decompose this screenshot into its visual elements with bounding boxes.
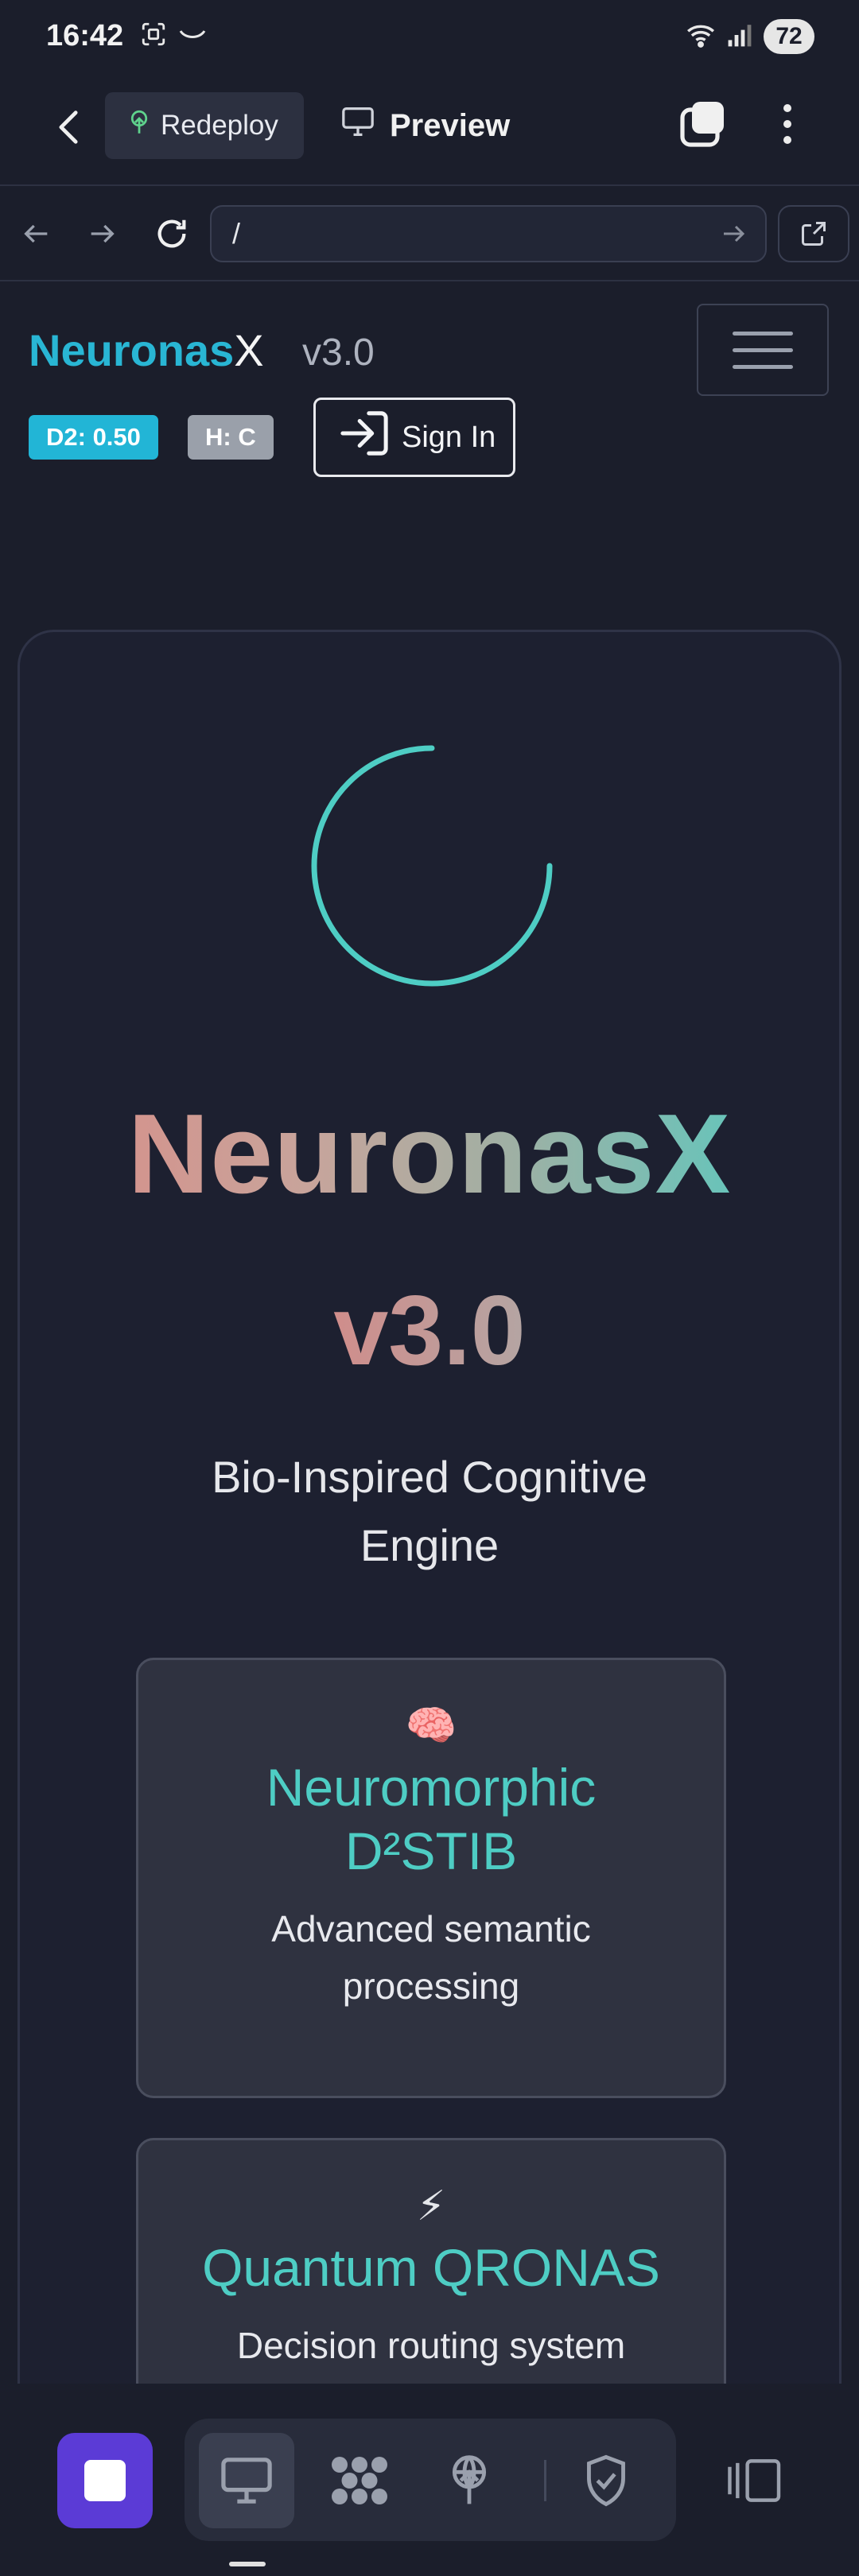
loading-spinner-icon (311, 745, 553, 987)
sign-in-button[interactable]: Sign In (313, 398, 515, 477)
more-options-button[interactable] (770, 99, 805, 149)
brain-icon: 🧠 (405, 1703, 457, 1749)
hero-title: NeuronasX (20, 1089, 839, 1220)
side-panel-button[interactable] (709, 2433, 797, 2528)
wifi-icon (686, 21, 716, 52)
browser-bar: / (0, 188, 859, 281)
preview-label: Preview (390, 107, 511, 143)
browser-forward-button[interactable] (80, 211, 124, 256)
signal-icon (727, 22, 752, 52)
tabs-button[interactable] (678, 99, 729, 149)
feature-title: Quantum QRONAS (202, 2238, 660, 2297)
chevron-left-icon (59, 111, 78, 144)
screenshot-icon (140, 21, 167, 52)
status-time: 16:42 (46, 19, 124, 52)
preview-tool-button[interactable] (199, 2433, 294, 2528)
hero-version: v3.0 (20, 1274, 839, 1387)
tool-group (185, 2419, 676, 2541)
d2-badge: D2: 0.50 (29, 415, 158, 460)
app-bar: Redeploy Preview (0, 80, 859, 186)
smile-icon (178, 26, 207, 46)
sign-in-label: Sign In (402, 420, 496, 454)
security-tool-button[interactable] (558, 2433, 654, 2528)
home-indicator (229, 2562, 266, 2566)
redeploy-label: Redeploy (161, 110, 278, 141)
back-button[interactable] (46, 105, 91, 149)
go-arrow-icon[interactable] (719, 218, 748, 257)
arrow-right-icon (91, 224, 115, 243)
site-header: NeuronasX v3.0 D2: 0.50 H: C Sign In (0, 283, 859, 514)
reload-button[interactable] (150, 211, 194, 256)
battery-indicator: 72 (764, 19, 814, 54)
feature-description: Decision routing system (236, 2325, 626, 2366)
tabs-icon (680, 102, 724, 147)
arrow-left-icon (24, 224, 48, 243)
open-external-button[interactable] (778, 205, 849, 262)
browser-back-button[interactable] (14, 211, 59, 256)
hero-card: NeuronasX v3.0 Bio-Inspired Cognitive En… (17, 630, 842, 2472)
sign-in-icon (338, 409, 391, 466)
feature-title: Neuromorphic D²STIB (266, 1758, 597, 1880)
dots-grid-icon (332, 2457, 387, 2504)
deploy-icon (452, 2455, 487, 2504)
url-text: / (232, 217, 241, 250)
external-link-icon (802, 222, 826, 246)
status-bar: 16:42 72 (0, 0, 859, 80)
brand-logo[interactable]: NeuronasX (29, 324, 264, 376)
hero-subtitle: Bio-Inspired Cognitive Engine (212, 1452, 647, 1570)
monitor-icon (340, 106, 375, 145)
hamburger-menu-button[interactable] (697, 304, 829, 396)
url-input[interactable]: / (210, 205, 767, 262)
feature-description: Advanced semantic processing (271, 1908, 591, 2007)
redeploy-button[interactable]: Redeploy (105, 92, 304, 159)
deploy-tool-button[interactable] (422, 2433, 517, 2528)
deploy-icon (127, 109, 151, 143)
monitor-icon (221, 2458, 272, 2504)
stop-icon (84, 2460, 126, 2501)
lightning-icon: ⚡ (416, 2183, 446, 2229)
bottom-toolbar (0, 2384, 859, 2576)
preview-button[interactable]: Preview (340, 92, 510, 159)
stop-button[interactable] (57, 2433, 153, 2528)
console-tool-button[interactable] (312, 2433, 407, 2528)
feature-card: 🧠 Neuromorphic D²STIB Advanced semantic … (136, 1658, 726, 2098)
brand-version: v3.0 (302, 332, 375, 374)
shield-check-icon (587, 2454, 625, 2507)
reload-icon (157, 219, 186, 248)
panel-toggle-icon (728, 2459, 781, 2502)
h-badge: H: C (188, 415, 274, 460)
